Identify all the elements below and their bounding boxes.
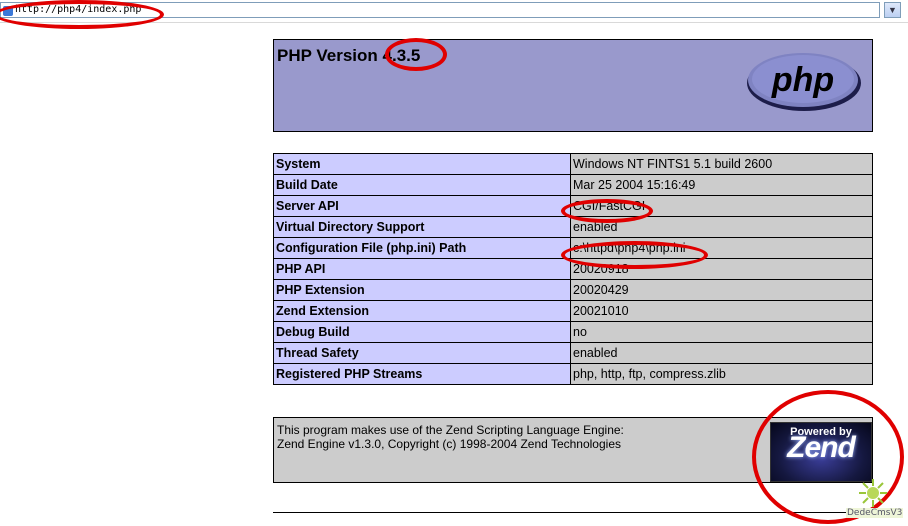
info-label: System <box>273 153 571 175</box>
php-version-number: 4.3.5 <box>382 46 421 65</box>
ie-page-icon <box>3 6 13 16</box>
zend-line-1: This program makes use of the Zend Scrip… <box>277 423 624 437</box>
info-row: PHP Extension 20020429 <box>273 279 873 301</box>
sun-burst-icon <box>859 479 887 507</box>
info-label: Thread Safety <box>273 342 571 364</box>
horizontal-rule <box>273 512 873 513</box>
info-label: Debug Build <box>273 321 571 343</box>
title-prefix: PHP Version <box>277 46 383 65</box>
zend-line-2: Zend Engine v1.3.0, Copyright (c) 1998-2… <box>277 437 621 451</box>
info-value: Windows NT FINTS1 5.1 build 2600 <box>570 153 873 175</box>
info-label: PHP API <box>273 258 571 280</box>
zend-engine-box: This program makes use of the Zend Scrip… <box>273 417 873 483</box>
info-label: Configuration File (php.ini) Path <box>273 237 571 259</box>
php-info-table: System Windows NT FINTS1 5.1 build 2600 Bu… <box>273 153 873 385</box>
info-label: Build Date <box>273 174 571 196</box>
php-logo-icon: php <box>747 53 861 111</box>
info-value: php, http, ftp, compress.zlib <box>570 363 873 385</box>
info-row: Configuration File (php.ini) Path c:\http… <box>273 237 873 259</box>
zend-engine-text: This program makes use of the Zend Scrip… <box>277 423 624 451</box>
info-value: c:\httpd\php4\php.ini <box>570 237 873 259</box>
info-row: Thread Safety enabled <box>273 342 873 364</box>
url-input[interactable]: http://php4/index.php <box>0 2 880 18</box>
zend-logo-icon[interactable]: Powered by Zend <box>770 422 872 482</box>
info-label: Server API <box>273 195 571 217</box>
url-dropdown-button[interactable]: ▼ <box>884 2 901 18</box>
info-value: CGI/FastCGI <box>570 195 873 217</box>
info-value: 20020918 <box>570 258 873 280</box>
info-value: 20020429 <box>570 279 873 301</box>
info-row: Build Date Mar 25 2004 15:16:49 <box>273 174 873 196</box>
info-row: Server API CGI/FastCGI <box>273 195 873 217</box>
zend-logo-word: Zend <box>787 431 856 464</box>
info-value: no <box>570 321 873 343</box>
info-row: Registered PHP Streams php, http, ftp, co… <box>273 363 873 385</box>
url-text: http://php4/index.php <box>15 4 142 15</box>
info-row: System Windows NT FINTS1 5.1 build 2600 <box>273 153 873 175</box>
page-title: PHP Version 4.3.5 <box>277 46 420 66</box>
info-label: Virtual Directory Support <box>273 216 571 238</box>
watermark-text: DedeCmsV3 <box>846 508 904 518</box>
address-bar: http://php4/index.php ▼ <box>0 0 908 23</box>
info-label: Zend Extension <box>273 300 571 322</box>
info-row: Zend Extension 20021010 <box>273 300 873 322</box>
php-version-header: PHP Version 4.3.5 php <box>273 39 873 132</box>
info-value: 20021010 <box>570 300 873 322</box>
info-value: Mar 25 2004 15:16:49 <box>570 174 873 196</box>
info-row: PHP API 20020918 <box>273 258 873 280</box>
info-row: Virtual Directory Support enabled <box>273 216 873 238</box>
info-label: PHP Extension <box>273 279 571 301</box>
info-value: enabled <box>570 342 873 364</box>
info-label: Registered PHP Streams <box>273 363 571 385</box>
info-value: enabled <box>570 216 873 238</box>
watermark: DedeCmsV3 <box>846 478 904 522</box>
info-row: Debug Build no <box>273 321 873 343</box>
php-logo-text: php <box>771 61 834 99</box>
